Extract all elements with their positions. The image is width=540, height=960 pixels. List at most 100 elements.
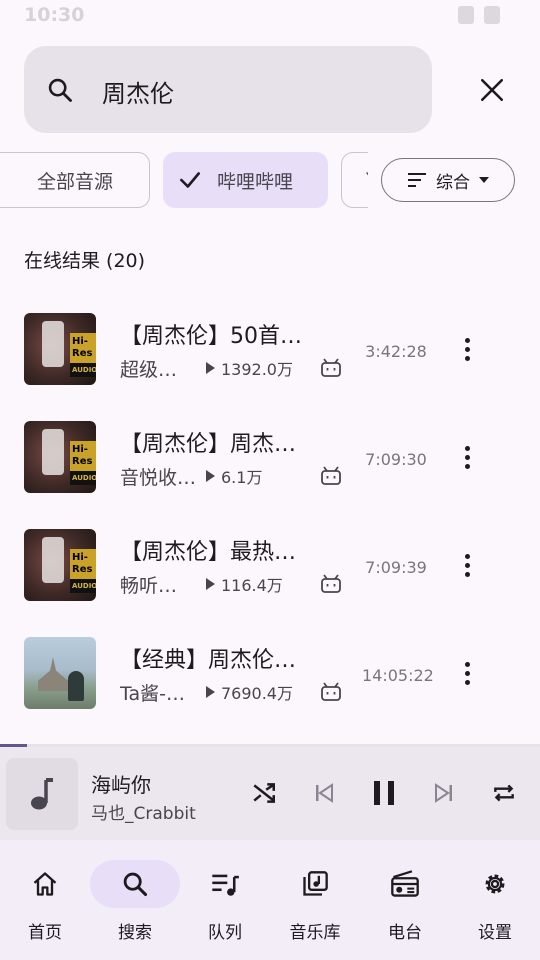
thumbnail-figure [42,537,64,583]
result-title: 【周杰伦】周杰… [120,432,297,457]
result-uploader: 超级… [120,358,178,381]
hires-badge: Hi-Res AUDIO [70,549,96,593]
chip-all-sources[interactable]: 全部音源 [0,152,150,208]
status-time: 10:30 [24,4,85,26]
result-thumbnail: Hi-Res AUDIO [24,313,96,385]
result-play-count: 1392.0万 [221,360,293,379]
nav-pill [450,860,540,908]
result-thumbnail: Hi-Res AUDIO [24,421,96,493]
nav-pill [180,860,270,908]
nav-item-library[interactable]: 音乐库 [270,860,360,950]
sort-dropdown[interactable]: 综合 [381,158,515,202]
result-thumbnail: Hi-Res AUDIO [24,529,96,601]
status-bar: 10:30 [0,0,540,34]
play-count-icon [206,578,215,590]
nav-label: 首页 [28,923,62,943]
nav-pill [360,860,450,908]
more-options-button[interactable] [452,550,482,580]
more-options-button[interactable] [452,334,482,364]
now-playing-title: 海屿你 [91,773,151,797]
library-icon [303,871,328,896]
nav-label: 设置 [478,923,512,943]
sort-icon [408,173,426,187]
repeat-icon [494,784,514,802]
now-playing-artist: 马也_Crabbit [91,804,196,824]
previous-button[interactable] [306,775,342,811]
result-play-count: 6.1万 [221,468,263,487]
result-meta: Ta酱-… 7690.4万 [120,680,342,705]
search-icon [123,872,148,897]
close-icon [480,78,504,102]
dropdown-arrow-icon [479,177,489,183]
pause-icon [374,781,394,805]
nav-pill [270,860,360,908]
result-row[interactable]: Hi-Res AUDIO 【周杰伦】最热… 畅听… 116.4万 7:09:39 [0,512,540,620]
nav-label: 队列 [208,923,242,943]
result-row[interactable]: Hi-Res AUDIO 【周杰伦】周杰… 音悦收… 6.1万 7:09:30 [0,404,540,512]
chip-youtube[interactable]: Y [341,152,368,208]
chip-bilibili[interactable]: 哔哩哔哩 [163,152,328,208]
clear-search-button[interactable] [468,66,516,114]
chip-label: 哔哩哔哩 [217,170,294,193]
mini-player[interactable]: 海屿你 马也_Crabbit [0,747,540,840]
source-filter-chips: 全部音源 哔哩哔哩 Y [0,150,368,210]
sort-label: 综合 [436,172,470,193]
result-row[interactable]: 【经典】周杰伦… Ta酱-… 7690.4万 14:05:22 [0,620,540,728]
result-title: 【经典】周杰伦… [120,648,297,673]
nav-label: 音乐库 [289,923,341,943]
results-list: Hi-Res AUDIO 【周杰伦】50首… 超级… 1392.0万 3:42:28 Hi-… [0,296,540,728]
album-art [6,758,78,830]
nav-pill [0,860,90,908]
result-row[interactable]: Hi-Res AUDIO 【周杰伦】50首… 超级… 1392.0万 3:42:28 [0,296,540,404]
shuffle-button[interactable] [246,775,282,811]
play-count-icon [206,686,215,698]
result-meta: 音悦收… 6.1万 [120,464,342,489]
repeat-button[interactable] [486,775,522,811]
check-icon [180,172,200,188]
play-count-icon [206,470,215,482]
bilibili-icon [321,466,341,485]
result-duration: 3:42:28 [365,342,427,361]
battery-icon [484,6,500,24]
result-duration: 7:09:30 [365,450,427,469]
nav-item-search[interactable]: 搜索 [90,860,180,950]
result-meta: 超级… 1392.0万 [120,356,342,381]
wifi-icon [458,6,474,24]
bilibili-icon [321,574,341,593]
skip-previous-icon [316,783,333,803]
queue-icon [212,874,239,896]
nav-item-radio[interactable]: 电台 [360,860,450,950]
result-title: 【周杰伦】50首… [120,324,302,349]
result-thumbnail [24,637,96,709]
bottom-navigation: 首页 搜索 队列 音乐库 电台 设置 [0,840,540,960]
home-icon [33,872,57,896]
bilibili-icon [321,358,341,377]
result-play-count: 7690.4万 [221,684,293,703]
nav-item-home[interactable]: 首页 [0,860,90,950]
result-uploader: 音悦收… [120,466,196,489]
search-icon [48,78,72,102]
nav-label: 电台 [388,923,422,943]
nav-item-settings[interactable]: 设置 [450,860,540,950]
nav-pill [90,860,180,908]
music-note-icon [31,778,53,810]
skip-next-icon [435,783,452,803]
result-meta: 畅听… 116.4万 [120,572,342,597]
result-uploader: 畅听… [120,574,178,597]
search-field[interactable]: 周杰伦 [24,46,432,133]
status-icons [458,6,500,24]
nav-label: 搜索 [118,923,152,943]
next-button[interactable] [426,775,462,811]
nav-item-queue[interactable]: 队列 [180,860,270,950]
shuffle-icon [253,783,275,803]
more-options-button[interactable] [452,442,482,472]
result-duration: 14:05:22 [362,666,434,685]
bilibili-icon [321,682,341,701]
more-options-button[interactable] [452,658,482,688]
result-title: 【周杰伦】最热… [120,540,297,565]
result-duration: 7:09:39 [365,558,427,577]
search-query[interactable]: 周杰伦 [102,74,174,109]
result-uploader: Ta酱-… [120,682,185,705]
pause-button[interactable] [366,775,402,811]
settings-icon [485,874,505,894]
